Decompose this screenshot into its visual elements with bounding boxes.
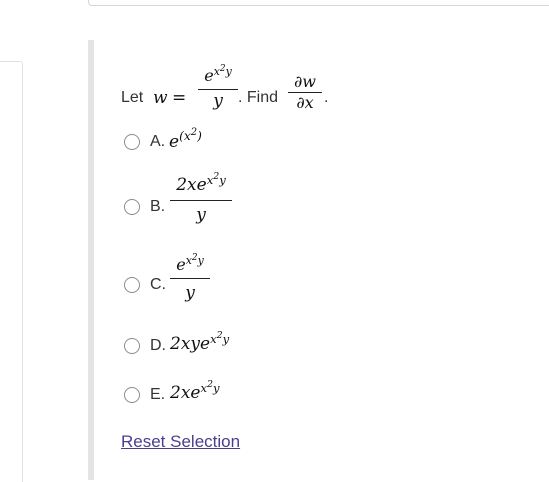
reset-selection-link[interactable]: Reset Selection — [121, 432, 240, 452]
question-fraction: ex2y y — [198, 62, 238, 112]
option-c-denominator: y — [185, 283, 195, 304]
option-b-radio[interactable] — [124, 199, 140, 215]
option-e-radio[interactable] — [124, 387, 140, 403]
option-c-numerator: ex2y — [176, 252, 204, 274]
partial-denominator: ∂x — [296, 93, 314, 113]
previous-question-box — [88, 0, 549, 6]
question-variable-w: w — [153, 88, 168, 108]
option-c-letter: C. — [150, 276, 166, 293]
question-end-period: . — [324, 89, 329, 106]
find-text: . Find — [238, 89, 279, 106]
side-panel — [0, 61, 23, 482]
option-a-radio[interactable] — [124, 134, 140, 150]
option-c-fraction: ex2y y — [170, 250, 210, 307]
option-b-fraction: 2xex2y y — [170, 168, 232, 229]
option-c-radio[interactable] — [124, 277, 140, 293]
question-fraction-numerator: ex2y — [204, 63, 232, 85]
partial-derivative: ∂w ∂x — [288, 72, 322, 113]
option-b-denominator: y — [196, 205, 206, 226]
option-e-math: 2xex2y — [170, 378, 220, 403]
option-a-math: e(x2) — [169, 127, 202, 152]
option-d-letter: D. — [150, 337, 166, 354]
question-prefix: Let — [121, 89, 144, 106]
equals-sign: = — [172, 88, 187, 108]
option-b-numerator: 2xex2y — [176, 170, 226, 195]
option-b-letter: B. — [150, 198, 166, 215]
partial-numerator: ∂w — [294, 72, 316, 91]
option-e-letter: E. — [150, 386, 166, 403]
question-fraction-denominator: y — [213, 91, 223, 112]
option-a-letter: A. — [150, 133, 166, 150]
option-d-radio[interactable] — [124, 338, 140, 354]
option-d-math: 2xyex2y — [170, 329, 230, 354]
